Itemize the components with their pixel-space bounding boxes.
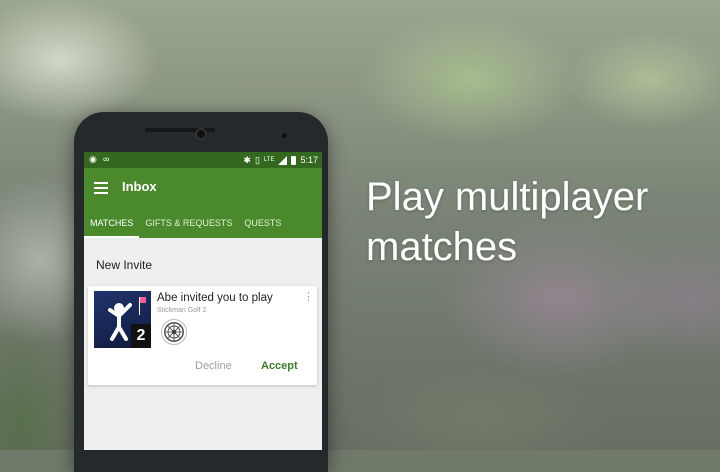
- invite-card[interactable]: 2 Abe invited you to play Stickman Golf …: [88, 286, 317, 385]
- phone-camera: [195, 128, 207, 140]
- status-time: 5:17: [300, 155, 318, 165]
- accept-button[interactable]: Accept: [261, 360, 298, 372]
- vibrate-icon: ▯: [254, 155, 260, 165]
- tab-matches[interactable]: MATCHES: [84, 210, 140, 238]
- overflow-menu-icon[interactable]: ⋮: [303, 291, 314, 303]
- tab-gifts-requests[interactable]: GIFTS & REQUESTS: [139, 210, 238, 238]
- voicemail-icon: ∞: [103, 154, 110, 164]
- signal-icon: [278, 155, 288, 165]
- tab-bar: MATCHES GIFTS & REQUESTS QUESTS: [84, 210, 322, 238]
- game-badge: 2: [131, 324, 151, 348]
- flag-icon: [140, 297, 146, 303]
- section-title: New Invite: [96, 258, 153, 272]
- headline-text: Play multiplayer matches: [366, 175, 649, 269]
- bluetooth-icon: ✱: [243, 155, 251, 165]
- inviter-avatar: [161, 319, 187, 345]
- battery-icon: [291, 155, 297, 165]
- network-icon: ◉: [89, 154, 97, 164]
- status-bar: ◉ ∞ ✱ ▯ LTE 5:17: [84, 152, 322, 168]
- phone-sensor: [282, 133, 287, 138]
- page-title: Inbox: [122, 179, 157, 194]
- invite-game-name: Stickman Golf 2: [157, 307, 207, 314]
- game-icon: 2: [94, 291, 151, 348]
- phone-screen: ◉ ∞ ✱ ▯ LTE 5:17 Inbox MATCHES GIFTS & R…: [84, 152, 322, 450]
- decline-button[interactable]: Decline: [195, 360, 232, 372]
- tab-quests[interactable]: QUESTS: [238, 210, 287, 238]
- hamburger-menu-icon[interactable]: [94, 182, 108, 194]
- app-bar: Inbox MATCHES GIFTS & REQUESTS QUESTS: [84, 168, 322, 238]
- invite-title: Abe invited you to play: [157, 292, 273, 304]
- lte-label: LTE: [263, 157, 275, 163]
